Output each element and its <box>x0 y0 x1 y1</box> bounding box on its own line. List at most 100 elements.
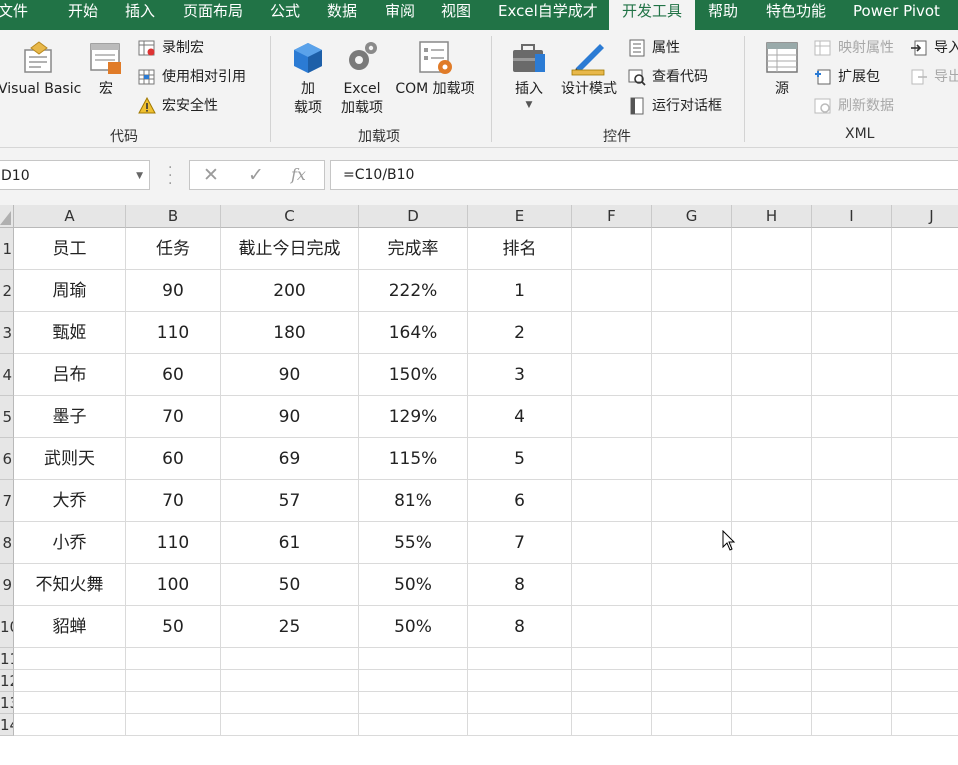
cell-c14[interactable] <box>221 714 359 736</box>
cell-b6[interactable]: 60 <box>126 438 221 480</box>
cell-c12[interactable] <box>221 670 359 692</box>
cell-b10[interactable]: 50 <box>126 606 221 648</box>
cell-d10[interactable]: 50% <box>359 606 468 648</box>
cell-a4[interactable]: 吕布 <box>14 354 126 396</box>
insert-control-button[interactable]: 插入 ▼ <box>509 40 549 111</box>
cell-i13[interactable] <box>812 692 892 714</box>
tab-formulas[interactable]: 公式 <box>270 0 300 30</box>
cell-i1[interactable] <box>812 228 892 270</box>
tab-view[interactable]: 视图 <box>441 0 471 30</box>
cell-a7[interactable]: 大乔 <box>14 480 126 522</box>
cell-j1[interactable] <box>892 228 958 270</box>
cell-c13[interactable] <box>221 692 359 714</box>
row-header-13[interactable]: 13 <box>0 692 14 714</box>
cell-f8[interactable] <box>572 522 652 564</box>
view-code-button[interactable]: 查看代码 <box>628 66 708 88</box>
cell-h10[interactable] <box>732 606 812 648</box>
cell-h4[interactable] <box>732 354 812 396</box>
cell-d3[interactable]: 164% <box>359 312 468 354</box>
cell-e3[interactable]: 2 <box>468 312 572 354</box>
cell-b12[interactable] <box>126 670 221 692</box>
visual-basic-button[interactable]: Visual Basic <box>0 40 81 99</box>
row-header-12[interactable]: 12 <box>0 670 14 692</box>
row-header-2[interactable]: 2 <box>0 270 14 312</box>
cell-a11[interactable] <box>14 648 126 670</box>
cell-j3[interactable] <box>892 312 958 354</box>
cell-d6[interactable]: 115% <box>359 438 468 480</box>
cell-i4[interactable] <box>812 354 892 396</box>
cell-d4[interactable]: 150% <box>359 354 468 396</box>
cell-j9[interactable] <box>892 564 958 606</box>
formula-input[interactable]: =C10/B10 <box>330 160 958 190</box>
row-header-8[interactable]: 8 <box>0 522 14 564</box>
cell-g1[interactable] <box>652 228 732 270</box>
cell-d8[interactable]: 55% <box>359 522 468 564</box>
cell-a12[interactable] <box>14 670 126 692</box>
cell-e5[interactable]: 4 <box>468 396 572 438</box>
cell-i3[interactable] <box>812 312 892 354</box>
cell-b11[interactable] <box>126 648 221 670</box>
cell-j10[interactable] <box>892 606 958 648</box>
cell-c11[interactable] <box>221 648 359 670</box>
cell-b4[interactable]: 60 <box>126 354 221 396</box>
expansion-packs-button[interactable]: 扩展包 <box>814 66 880 88</box>
cell-h12[interactable] <box>732 670 812 692</box>
cell-j2[interactable] <box>892 270 958 312</box>
cell-d14[interactable] <box>359 714 468 736</box>
cell-f4[interactable] <box>572 354 652 396</box>
column-header-d[interactable]: D <box>359 205 468 228</box>
cell-h5[interactable] <box>732 396 812 438</box>
relative-reference-button[interactable]: 使用相对引用 <box>138 66 246 88</box>
cell-c1[interactable]: 截止今日完成 <box>221 228 359 270</box>
row-header-9[interactable]: 9 <box>0 564 14 606</box>
cell-b5[interactable]: 70 <box>126 396 221 438</box>
cell-a6[interactable]: 武则天 <box>14 438 126 480</box>
xml-source-button[interactable]: 源 <box>762 40 802 99</box>
cell-g2[interactable] <box>652 270 732 312</box>
tab-special[interactable]: 特色功能 <box>766 0 826 30</box>
cell-d1[interactable]: 完成率 <box>359 228 468 270</box>
select-all-corner[interactable] <box>0 205 14 228</box>
cell-i11[interactable] <box>812 648 892 670</box>
cell-h7[interactable] <box>732 480 812 522</box>
column-header-f[interactable]: F <box>572 205 652 228</box>
cell-g13[interactable] <box>652 692 732 714</box>
cell-d9[interactable]: 50% <box>359 564 468 606</box>
tab-page-layout[interactable]: 页面布局 <box>183 0 243 30</box>
cell-f6[interactable] <box>572 438 652 480</box>
cell-h3[interactable] <box>732 312 812 354</box>
tab-help[interactable]: 帮助 <box>708 0 738 30</box>
cell-a13[interactable] <box>14 692 126 714</box>
column-header-g[interactable]: G <box>652 205 732 228</box>
row-header-4[interactable]: 4 <box>0 354 14 396</box>
cell-e14[interactable] <box>468 714 572 736</box>
cell-f11[interactable] <box>572 648 652 670</box>
cell-h2[interactable] <box>732 270 812 312</box>
cell-i14[interactable] <box>812 714 892 736</box>
cell-e12[interactable] <box>468 670 572 692</box>
cell-g8[interactable] <box>652 522 732 564</box>
cell-a14[interactable] <box>14 714 126 736</box>
cell-j4[interactable] <box>892 354 958 396</box>
com-addins-button[interactable]: COM 加载项 <box>392 40 478 99</box>
row-header-14[interactable]: 14 <box>0 714 14 736</box>
cell-d13[interactable] <box>359 692 468 714</box>
column-header-i[interactable]: I <box>812 205 892 228</box>
cell-e7[interactable]: 6 <box>468 480 572 522</box>
cell-b9[interactable]: 100 <box>126 564 221 606</box>
cell-h9[interactable] <box>732 564 812 606</box>
cancel-icon[interactable]: ✕ <box>203 164 219 186</box>
cell-f3[interactable] <box>572 312 652 354</box>
column-header-h[interactable]: H <box>732 205 812 228</box>
cell-f14[interactable] <box>572 714 652 736</box>
cell-g14[interactable] <box>652 714 732 736</box>
cell-e8[interactable]: 7 <box>468 522 572 564</box>
cell-a1[interactable]: 员工 <box>14 228 126 270</box>
cell-a9[interactable]: 不知火舞 <box>14 564 126 606</box>
cell-d7[interactable]: 81% <box>359 480 468 522</box>
addins-button[interactable]: 加 载项 <box>288 40 328 118</box>
cell-h1[interactable] <box>732 228 812 270</box>
cell-f13[interactable] <box>572 692 652 714</box>
column-header-c[interactable]: C <box>221 205 359 228</box>
cell-a3[interactable]: 甄姬 <box>14 312 126 354</box>
